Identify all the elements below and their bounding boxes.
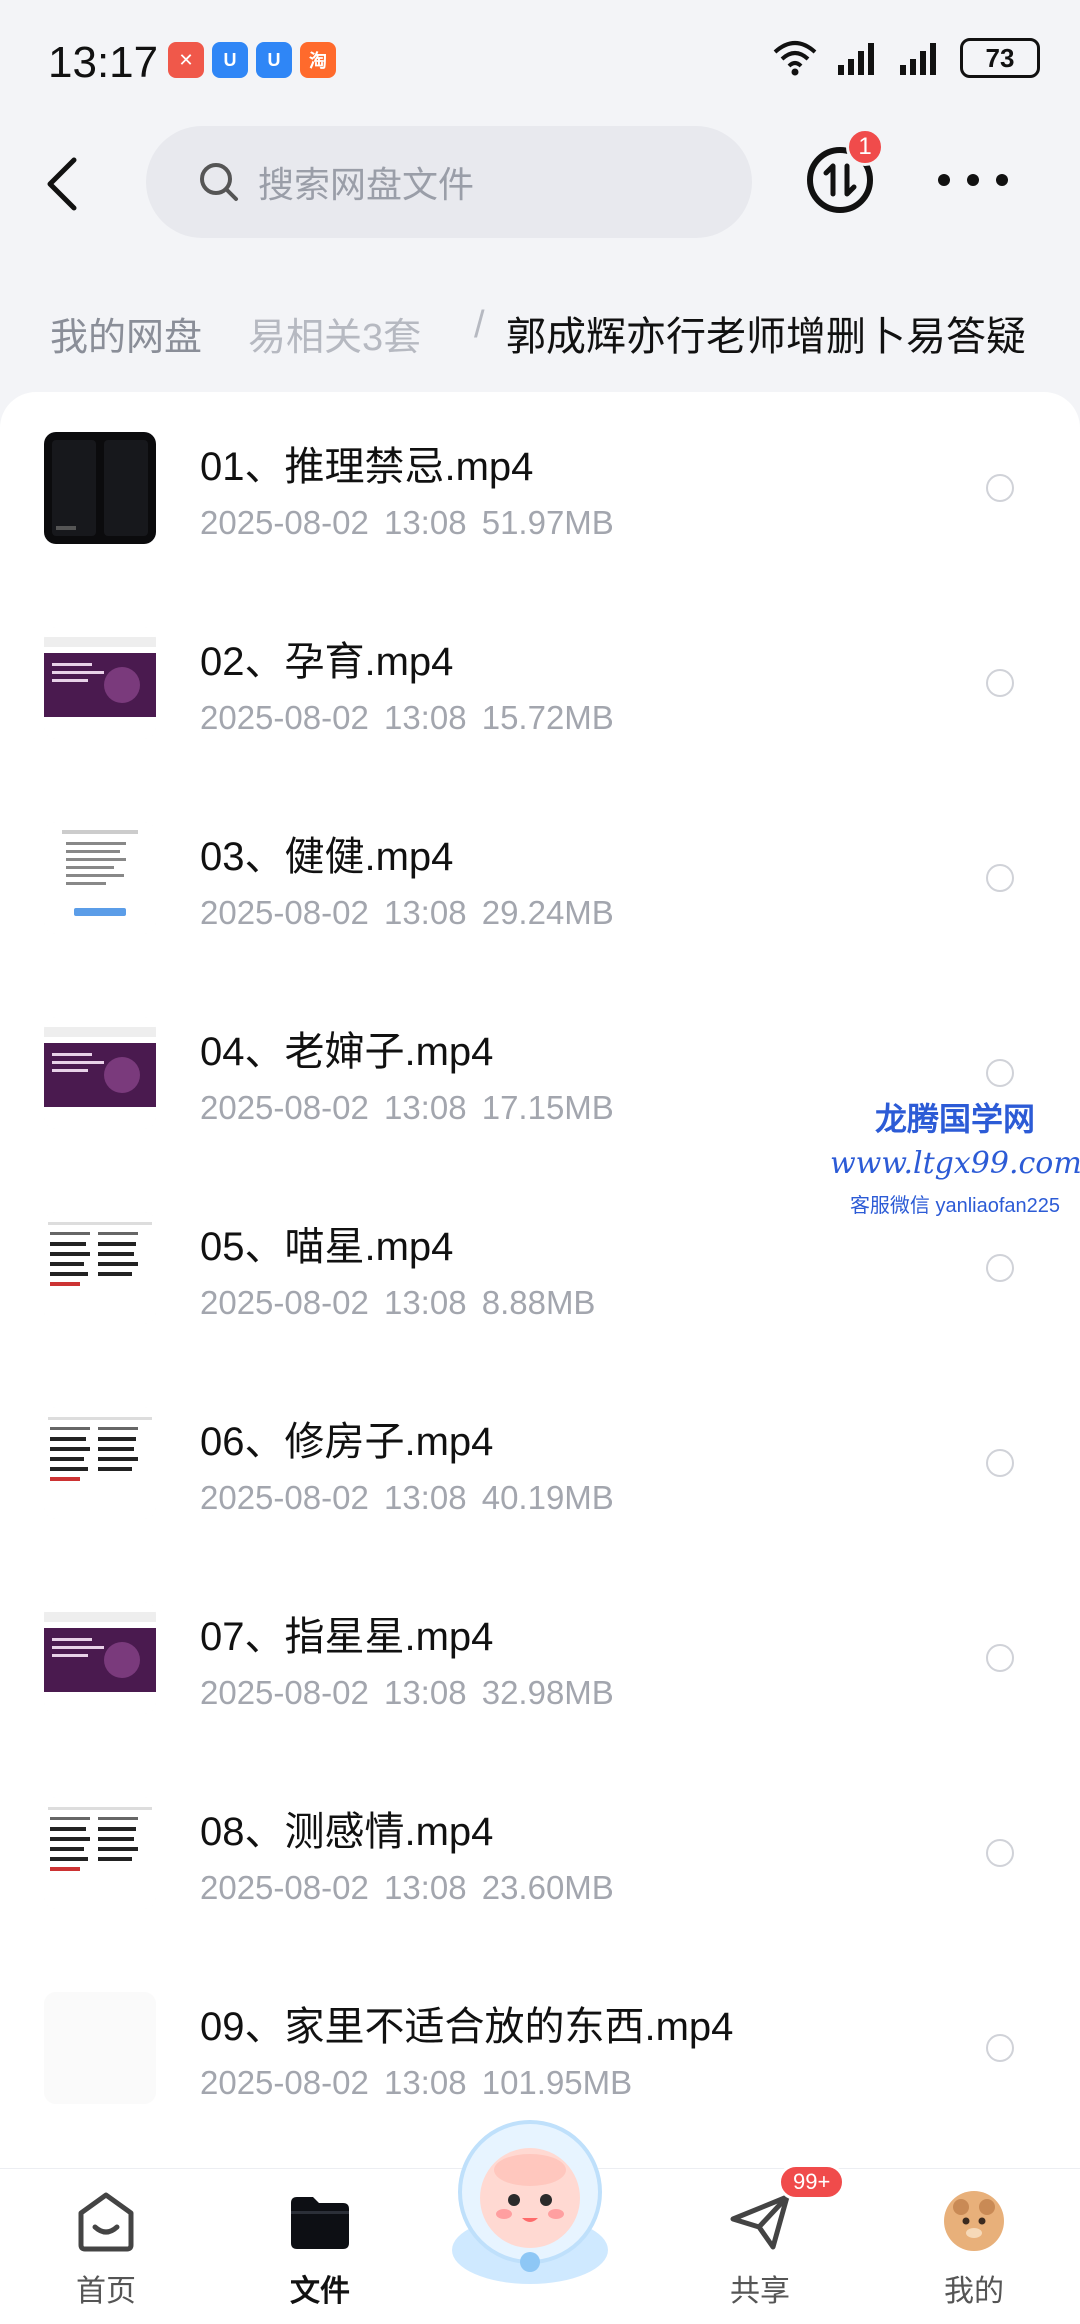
file-meta: 2025-08-02 13:08 17.15MB	[200, 1089, 614, 1126]
file-meta: 2025-08-02 13:08 8.88MB	[200, 1284, 596, 1321]
nav-files-label: 文件	[290, 2275, 350, 2308]
file-meta: 2025-08-02 13:08 23.60MB	[200, 1869, 614, 1906]
select-checkbox[interactable]	[986, 1644, 1014, 1672]
battery-indicator: 73	[960, 38, 1040, 78]
select-checkbox[interactable]	[986, 2034, 1014, 2062]
header: 搜索网盘文件 1	[0, 120, 1080, 250]
notification-app-icons: ✕ U U 淘	[168, 42, 336, 78]
signal-icon	[838, 43, 874, 75]
file-row[interactable]: 06、修房子.mp4 2025-08-02 13:08 40.19MB	[0, 1367, 1080, 1562]
search-icon	[200, 163, 238, 201]
app-red-icon: ✕	[168, 42, 204, 78]
nav-home-label: 首页	[76, 2275, 136, 2308]
select-checkbox[interactable]	[986, 1449, 1014, 1477]
file-row[interactable]: 08、测感情.mp4 2025-08-02 13:08 23.60MB	[0, 1757, 1080, 1952]
nav-share-label: 共享	[730, 2275, 790, 2308]
status-bar: 13:17 ✕ U U 淘 73	[0, 0, 1080, 120]
nav-home[interactable]: 首页	[36, 2189, 176, 2310]
home-icon	[78, 2192, 134, 2252]
app-blue-icon: U	[212, 42, 248, 78]
avatar	[944, 2191, 1004, 2251]
select-checkbox[interactable]	[986, 1254, 1014, 1282]
select-checkbox[interactable]	[986, 474, 1014, 502]
video-thumbnail	[44, 432, 156, 544]
watermark-url: www.ltgx99.com	[830, 1146, 1080, 1181]
file-name: 08、测感情.mp4	[200, 1810, 494, 1854]
breadcrumb-root[interactable]: 我的网盘	[22, 292, 231, 375]
file-name: 07、指星星.mp4	[200, 1615, 494, 1659]
nav-mine[interactable]: 我的	[904, 2189, 1044, 2310]
file-list: 01、推理禁忌.mp4 2025-08-02 13:08 51.97MB 02、孕育…	[0, 392, 1080, 2192]
more-dot	[967, 174, 979, 186]
app-blue-icon-2: U	[256, 42, 292, 78]
more-dot	[996, 174, 1008, 186]
file-meta: 2025-08-02 13:08 32.98MB	[200, 1674, 614, 1711]
search-input[interactable]: 搜索网盘文件	[146, 126, 752, 238]
back-icon[interactable]	[40, 156, 88, 212]
more-options-button[interactable]	[938, 160, 1008, 200]
select-checkbox[interactable]	[986, 1839, 1014, 1867]
video-thumbnail	[44, 1602, 156, 1714]
send-icon	[730, 2194, 790, 2250]
video-thumbnail	[44, 822, 156, 934]
search-placeholder: 搜索网盘文件	[258, 164, 475, 205]
file-name: 09、家里不适合放的东西.mp4	[200, 2005, 734, 2049]
wifi-icon	[773, 41, 817, 76]
taobao-icon: 淘	[300, 42, 336, 78]
file-row[interactable]: 07、指星星.mp4 2025-08-02 13:08 32.98MB	[0, 1562, 1080, 1757]
file-name: 04、老婶子.mp4	[200, 1030, 494, 1074]
transfer-badge: 1	[846, 128, 884, 166]
file-row[interactable]: 03、健健.mp4 2025-08-02 13:08 29.24MB	[0, 782, 1080, 977]
file-row[interactable]: 01、推理禁忌.mp4 2025-08-02 13:08 51.97MB	[0, 392, 1080, 587]
select-checkbox[interactable]	[986, 864, 1014, 892]
breadcrumb-current: 郭成辉亦行老师增删卜易答疑	[506, 315, 1026, 359]
watermark-title: 龙腾国学网	[874, 1101, 1035, 1137]
video-thumbnail	[44, 1212, 156, 1324]
watermark-contact: 客服微信 yanliaofan225	[849, 1195, 1061, 1217]
breadcrumb-parent[interactable]: 易相关3套	[248, 306, 421, 361]
share-badge: 99+	[778, 2164, 846, 2200]
status-time: 13:17	[48, 38, 159, 87]
file-name: 03、健健.mp4	[200, 835, 454, 879]
file-meta: 2025-08-02 13:08 15.72MB	[200, 699, 614, 736]
breadcrumb: 我的网盘 易相关3套 / 郭成辉亦行老师增删卜易答疑	[0, 270, 1080, 380]
video-thumbnail	[44, 1797, 156, 1909]
file-meta: 2025-08-02 13:08 40.19MB	[200, 1479, 614, 1516]
file-meta: 2025-08-02 13:08 101.95MB	[200, 2064, 633, 2101]
more-dot	[938, 174, 950, 186]
watermark: 龙腾国学网 www.ltgx99.com 客服微信 yanliaofan225	[830, 1094, 1080, 1218]
nav-share[interactable]: 共享	[690, 2189, 830, 2310]
select-checkbox[interactable]	[986, 669, 1014, 697]
assistant-mascot-icon[interactable]	[430, 2100, 630, 2290]
status-indicators: 73	[772, 38, 1040, 78]
video-thumbnail	[44, 1992, 156, 2104]
file-meta: 2025-08-02 13:08 51.97MB	[200, 504, 614, 541]
select-checkbox[interactable]	[986, 1059, 1014, 1087]
file-row[interactable]: 02、孕育.mp4 2025-08-02 13:08 15.72MB	[0, 587, 1080, 782]
video-thumbnail	[44, 1407, 156, 1519]
file-name: 01、推理禁忌.mp4	[200, 445, 534, 489]
video-thumbnail	[44, 627, 156, 739]
video-thumbnail	[44, 1017, 156, 1129]
folder-icon	[291, 2197, 349, 2249]
screen: 13:17 ✕ U U 淘 73 搜索网盘文件 1 我的网盘 易相关3套 / 郭…	[0, 0, 1080, 2324]
breadcrumb-separator: /	[474, 304, 485, 346]
signal-icon-2	[900, 43, 936, 75]
nav-files[interactable]: 文件	[250, 2189, 390, 2310]
file-meta: 2025-08-02 13:08 29.24MB	[200, 894, 614, 931]
file-name: 02、孕育.mp4	[200, 640, 454, 684]
nav-mine-label: 我的	[944, 2275, 1004, 2308]
file-name: 06、修房子.mp4	[200, 1420, 494, 1464]
file-name: 05、喵星.mp4	[200, 1225, 454, 1269]
